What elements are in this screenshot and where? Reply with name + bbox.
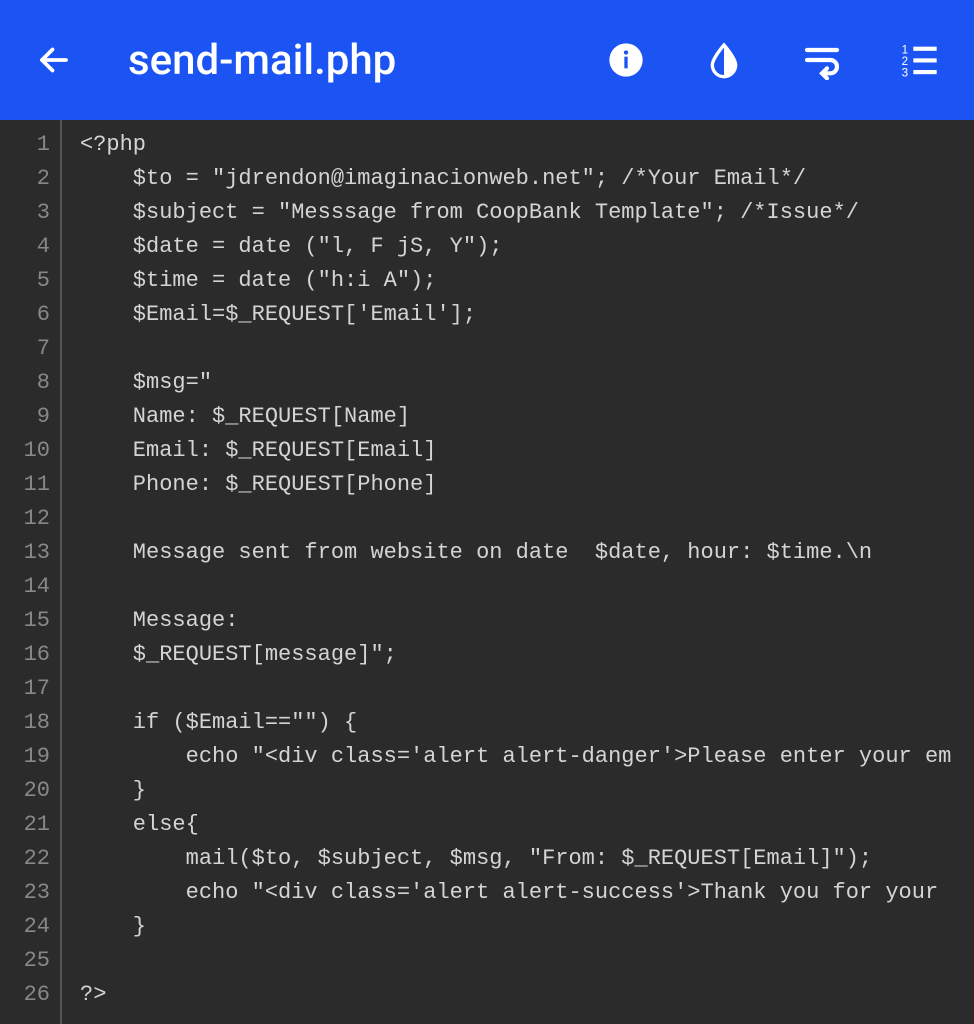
- line-number: 3: [0, 196, 50, 230]
- line-number: 24: [0, 910, 50, 944]
- wrap-icon: [802, 40, 842, 80]
- code-line[interactable]: $msg=": [80, 366, 974, 400]
- code-line[interactable]: }: [80, 910, 974, 944]
- line-number: 22: [0, 842, 50, 876]
- code-line[interactable]: Name: $_REQUEST[Name]: [80, 400, 974, 434]
- contrast-button[interactable]: [700, 36, 748, 84]
- line-number: 12: [0, 502, 50, 536]
- line-number: 23: [0, 876, 50, 910]
- header: send-mail.php 1 2: [0, 0, 974, 120]
- line-number: 16: [0, 638, 50, 672]
- code-line[interactable]: $to = "jdrendon@imaginacionweb.net"; /*Y…: [80, 162, 974, 196]
- code-line[interactable]: mail($to, $subject, $msg, "From: $_REQUE…: [80, 842, 974, 876]
- line-gutter: 1234567891011121314151617181920212223242…: [0, 120, 62, 1024]
- contrast-icon: [704, 40, 744, 80]
- code-line[interactable]: $Email=$_REQUEST['Email'];: [80, 298, 974, 332]
- code-line[interactable]: $date = date ("l, F jS, Y");: [80, 230, 974, 264]
- back-button[interactable]: [30, 36, 78, 84]
- line-number: 15: [0, 604, 50, 638]
- line-number: 1: [0, 128, 50, 162]
- line-number: 5: [0, 264, 50, 298]
- code-line[interactable]: [80, 570, 974, 604]
- code-line[interactable]: [80, 502, 974, 536]
- code-line[interactable]: Message sent from website on date $date,…: [80, 536, 974, 570]
- code-line[interactable]: echo "<div class='alert alert-danger'>Pl…: [80, 740, 974, 774]
- file-title: send-mail.php: [128, 36, 602, 85]
- code-content[interactable]: <?php $to = "jdrendon@imaginacionweb.net…: [62, 120, 974, 1024]
- code-line[interactable]: [80, 332, 974, 366]
- line-number: 10: [0, 434, 50, 468]
- code-editor[interactable]: 1234567891011121314151617181920212223242…: [0, 120, 974, 1024]
- line-number: 25: [0, 944, 50, 978]
- code-line[interactable]: $subject = "Messsage from CoopBank Templ…: [80, 196, 974, 230]
- line-numbers-button[interactable]: 1 2 3: [896, 36, 944, 84]
- line-number: 11: [0, 468, 50, 502]
- code-line[interactable]: ?>: [80, 978, 974, 1012]
- line-number: 20: [0, 774, 50, 808]
- code-line[interactable]: $time = date ("h:i A");: [80, 264, 974, 298]
- code-line[interactable]: <?php: [80, 128, 974, 162]
- wrap-button[interactable]: [798, 36, 846, 84]
- code-line[interactable]: $_REQUEST[message]";: [80, 638, 974, 672]
- back-arrow-icon: [36, 42, 72, 78]
- code-line[interactable]: [80, 672, 974, 706]
- info-button[interactable]: [602, 36, 650, 84]
- line-number: 18: [0, 706, 50, 740]
- toolbar: 1 2 3: [602, 36, 944, 84]
- line-number: 21: [0, 808, 50, 842]
- code-line[interactable]: echo "<div class='alert alert-success'>T…: [80, 876, 974, 910]
- line-number: 2: [0, 162, 50, 196]
- line-number: 26: [0, 978, 50, 1012]
- svg-text:3: 3: [902, 67, 908, 80]
- code-line[interactable]: [80, 944, 974, 978]
- numbered-list-icon: 1 2 3: [900, 40, 940, 80]
- line-number: 9: [0, 400, 50, 434]
- line-number: 13: [0, 536, 50, 570]
- code-line[interactable]: Message:: [80, 604, 974, 638]
- line-number: 19: [0, 740, 50, 774]
- code-line[interactable]: }: [80, 774, 974, 808]
- line-number: 17: [0, 672, 50, 706]
- line-number: 7: [0, 332, 50, 366]
- line-number: 6: [0, 298, 50, 332]
- line-number: 8: [0, 366, 50, 400]
- code-line[interactable]: if ($Email=="") {: [80, 706, 974, 740]
- line-number: 14: [0, 570, 50, 604]
- line-number: 4: [0, 230, 50, 264]
- code-line[interactable]: Email: $_REQUEST[Email]: [80, 434, 974, 468]
- code-line[interactable]: Phone: $_REQUEST[Phone]: [80, 468, 974, 502]
- info-icon: [606, 40, 646, 80]
- code-line[interactable]: else{: [80, 808, 974, 842]
